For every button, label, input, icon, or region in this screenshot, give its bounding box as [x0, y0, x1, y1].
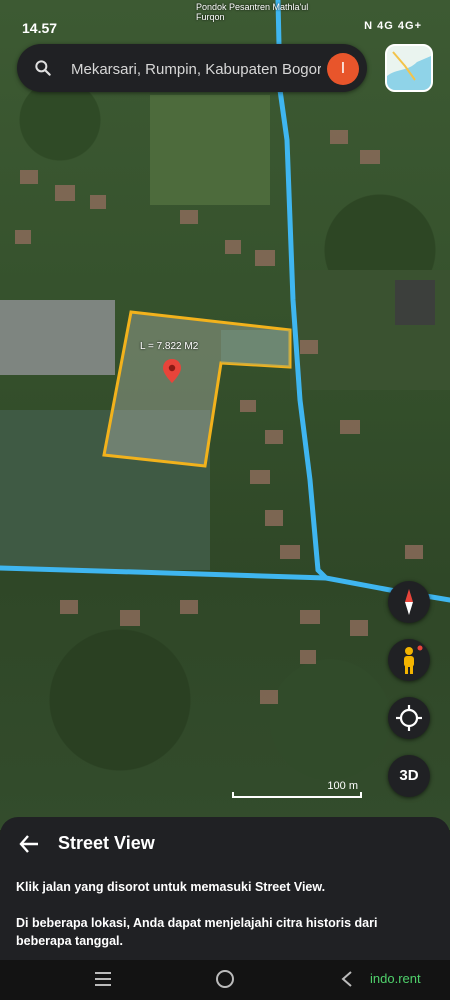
recent-apps-icon[interactable]: [94, 971, 112, 987]
search-bar[interactable]: [17, 44, 367, 92]
compass-button[interactable]: [388, 581, 430, 623]
clock: 14.57: [22, 20, 58, 36]
layers-thumbnail-icon: [387, 46, 431, 90]
area-measurement-label: L = 7.822 M2: [140, 341, 199, 352]
home-icon[interactable]: [216, 970, 234, 988]
poi-label[interactable]: Pondok Pesantren Mathla'ul Furqon: [196, 2, 336, 22]
field-area: [150, 95, 270, 205]
sheet-description: Di beberapa lokasi, Anda dapat menjelaja…: [16, 916, 378, 948]
my-location-button[interactable]: [388, 697, 430, 739]
scale-label: 100 m: [327, 780, 358, 792]
map-overlay: [0, 0, 450, 704]
building-roof: [0, 300, 115, 375]
system-nav-bar: indo.rent: [0, 960, 450, 1000]
system-indicators: N 4G 4G+: [364, 20, 422, 32]
scale-bar: [232, 792, 362, 798]
parcel-section: [221, 330, 290, 367]
street-view-button[interactable]: [388, 639, 430, 681]
satellite-map[interactable]: [0, 0, 450, 830]
building-roof: [395, 280, 435, 325]
watermark-brand: indo.rent: [370, 971, 421, 986]
back-arrow-icon[interactable]: [18, 833, 40, 855]
3d-button[interactable]: 3D: [388, 755, 430, 797]
account-avatar[interactable]: I: [327, 53, 359, 85]
search-input[interactable]: [69, 56, 323, 82]
search-icon[interactable]: [33, 58, 53, 78]
compass-icon: [405, 589, 413, 615]
sheet-title: Street View: [58, 833, 155, 853]
sheet-instruction: Klik jalan yang disorot untuk memasuki S…: [16, 880, 326, 894]
pegman-icon: [404, 645, 423, 674]
status-bar: 14.57 Pondok Pesantren Mathla'ul Furqon …: [0, 0, 450, 40]
back-nav-icon[interactable]: [340, 970, 354, 988]
map-scale: 100 m: [232, 780, 364, 798]
location-pin-icon[interactable]: [162, 359, 182, 383]
my-location-icon: [396, 705, 422, 731]
layers-button[interactable]: [385, 44, 433, 92]
street-view-sheet: Street View Klik jalan yang disorot untu…: [0, 817, 450, 960]
